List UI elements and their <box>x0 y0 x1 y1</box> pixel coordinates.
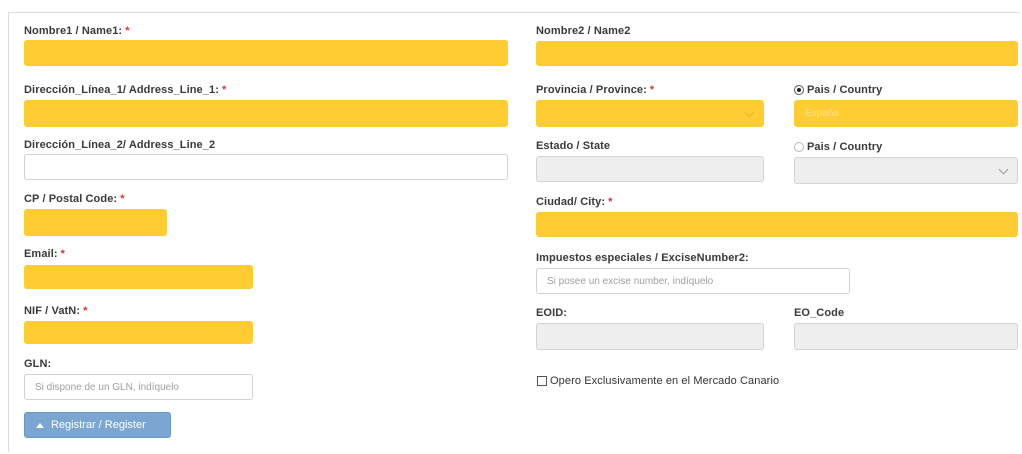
address1-input[interactable] <box>24 100 508 127</box>
gln-input[interactable]: Si dispone de un GLN, indíquelo <box>24 374 253 400</box>
country-select[interactable] <box>794 157 1018 184</box>
excise-label: Impuestos especiales / ExciseNumber2: <box>536 252 749 264</box>
name2-input[interactable] <box>536 41 1018 66</box>
chevron-up-icon <box>36 423 44 428</box>
eo-code-label: EO_Code <box>794 307 845 319</box>
email-input[interactable] <box>24 265 253 289</box>
name1-input[interactable] <box>24 40 508 66</box>
eoid-input[interactable] <box>536 323 764 350</box>
nif-input[interactable] <box>24 321 253 344</box>
chevron-down-icon <box>998 164 1009 175</box>
city-label: Ciudad/ City: * <box>536 196 613 208</box>
country-radio-2-group[interactable]: Pais / Country <box>794 141 914 153</box>
address2-input[interactable] <box>24 154 508 180</box>
canary-checkbox-label: Opero Exclusivamente en el Mercado Canar… <box>550 375 780 387</box>
postal-code-label: CP / Postal Code: * <box>24 193 125 205</box>
excise-input[interactable]: Si posee un excise number, indíquelo <box>536 268 850 294</box>
nif-label: NIF / VatN: * <box>24 305 88 317</box>
country-radio-2-label: Pais / Country <box>807 141 883 153</box>
name2-label: Nombre2 / Name2 <box>536 25 631 37</box>
eo-code-input[interactable] <box>794 323 1018 350</box>
country-value: España <box>805 108 839 119</box>
state-label: Estado / State <box>536 140 611 152</box>
country-radio-1[interactable] <box>794 85 804 95</box>
city-input[interactable] <box>536 212 1018 237</box>
gln-label: GLN: <box>24 358 52 370</box>
register-button-label: Registrar / Register <box>51 419 146 431</box>
province-select[interactable] <box>536 100 764 127</box>
address2-label: Dirección_Línea_2/ Address_Line_2 <box>24 139 216 151</box>
province-label: Provincia / Province: * <box>536 84 655 96</box>
canary-checkbox[interactable] <box>537 376 547 386</box>
state-input[interactable] <box>536 156 764 182</box>
country-radio-2[interactable] <box>794 142 804 152</box>
country-radio-1-label: Pais / Country <box>807 84 883 96</box>
country-radio-1-group[interactable]: Pais / Country <box>794 84 914 96</box>
chevron-down-icon <box>744 107 755 118</box>
name1-label: Nombre1 / Name1: * <box>24 25 130 37</box>
address1-label: Dirección_Línea_1/ Address_Line_1: * <box>24 84 227 96</box>
eoid-label: EOID: <box>536 307 568 319</box>
register-button[interactable]: Registrar / Register <box>24 412 171 438</box>
email-label: Email: * <box>24 248 66 260</box>
country-input[interactable]: España <box>794 100 1018 127</box>
postal-code-input[interactable] <box>24 209 167 236</box>
canary-checkbox-group[interactable]: Opero Exclusivamente en el Mercado Canar… <box>537 375 827 389</box>
